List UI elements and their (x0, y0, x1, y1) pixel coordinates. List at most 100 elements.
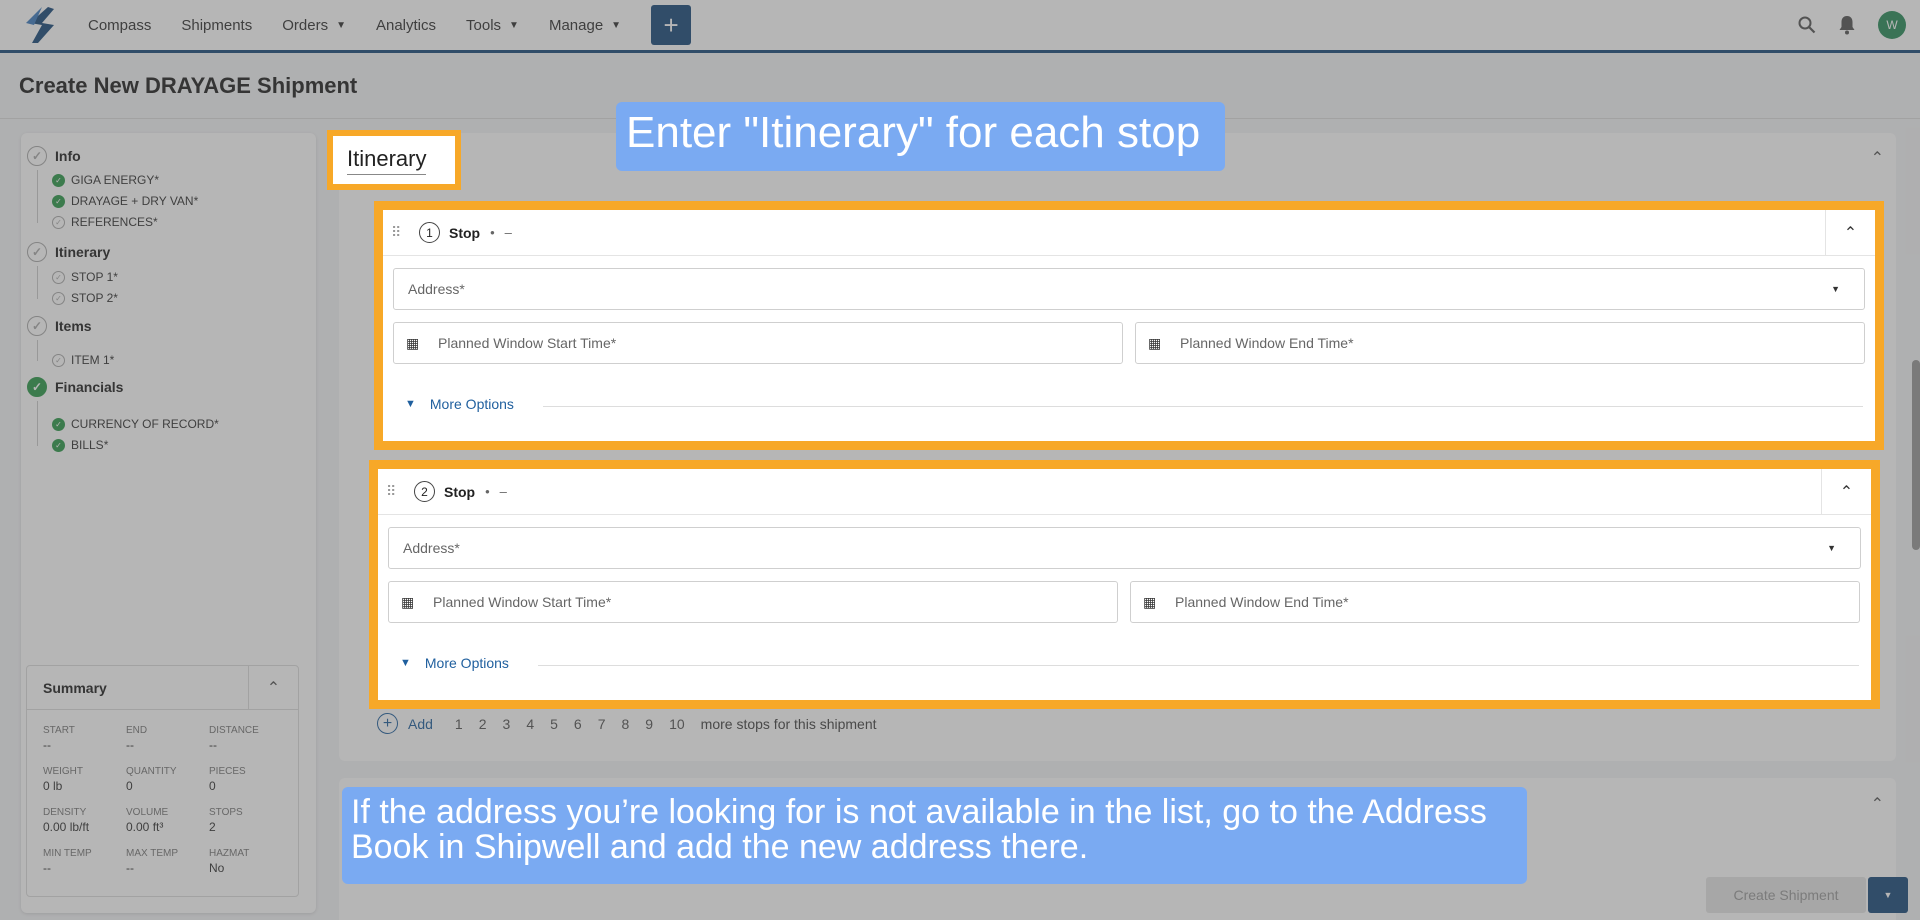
add-stops-count-7[interactable]: 7 (598, 716, 606, 732)
nav-item-label: Analytics (375, 16, 437, 34)
check-circle-filled-icon: ✓ (52, 173, 65, 187)
nav-item-label: Orders (282, 16, 329, 34)
add-stops-count-8[interactable]: 8 (622, 716, 630, 732)
add-stops-count-2[interactable]: 2 (479, 716, 487, 732)
calendar-icon: ▦ (406, 334, 420, 351)
add-stops-count-1[interactable]: 1 (455, 716, 463, 732)
address-dropdown[interactable]: Address* ▼ (388, 527, 1861, 569)
stop-title: Stop (449, 224, 481, 241)
sidebar-section-items[interactable]: ✓ Items (27, 316, 92, 336)
search-icon[interactable] (1798, 16, 1816, 34)
sidebar-subitem[interactable]: ✓ CURRENCY OF RECORD* (52, 417, 219, 431)
drag-handle-icon[interactable]: ⠿ (391, 224, 407, 241)
summary-field-value: -- (126, 738, 134, 752)
sidebar-subitem[interactable]: ✓ STOP 1* (52, 270, 118, 284)
user-avatar[interactable]: W (1878, 11, 1906, 39)
nav-item-tools[interactable]: Tools ▼ (466, 17, 519, 34)
summary-field-min-temp: MIN TEMP -- (43, 848, 123, 875)
nav-item-analytics[interactable]: Analytics (376, 17, 436, 34)
add-stops-count-5[interactable]: 5 (550, 716, 558, 732)
check-circle-outline-icon: ✓ (27, 146, 47, 166)
add-stops-label[interactable]: Add (408, 716, 433, 732)
summary-field-volume: VOLUME 0.00 ft³ (126, 807, 206, 834)
sidebar-subitem[interactable]: ✓ STOP 2* (52, 291, 118, 305)
planned-window-start-input[interactable]: ▦ Planned Window Start Time* (388, 581, 1118, 623)
sidebar-section-info[interactable]: ✓ Info (27, 146, 81, 166)
add-stops-count-9[interactable]: 9 (645, 716, 653, 732)
bell-icon[interactable] (1838, 15, 1856, 35)
add-stops-count-4[interactable]: 4 (526, 716, 534, 732)
summary-field-label: HAZMAT (209, 848, 250, 859)
planned-window-end-input[interactable]: ▦ Planned Window End Time* (1135, 322, 1865, 364)
sidebar-subitem[interactable]: ✓ REFERENCES* (52, 215, 158, 229)
callout-address-book: If the address you’re looking for is not… (342, 787, 1527, 884)
sidebar-section-financials[interactable]: ✓ Financials (27, 377, 123, 397)
sidebar-subitem-label: STOP 2* (71, 291, 118, 305)
create-options-dropdown[interactable]: ▼ (1868, 877, 1908, 913)
shipwell-logo[interactable] (18, 3, 62, 47)
sidebar-subitem[interactable]: ✓ BILLS* (52, 438, 108, 452)
stop-number-badge: 2 (414, 481, 435, 502)
planned-window-end-input[interactable]: ▦ Planned Window End Time* (1130, 581, 1860, 623)
check-circle-outline-icon: ✓ (52, 291, 65, 305)
sidebar-subitem-label: CURRENCY OF RECORD* (71, 417, 219, 431)
check-circle-outline-icon: ✓ (52, 353, 65, 367)
stop-collapse-button[interactable]: ⌃ (1825, 210, 1875, 256)
more-options-divider (543, 406, 1863, 407)
caret-down-icon: ▼ (1827, 543, 1836, 553)
sidebar-subitem[interactable]: ✓ GIGA ENERGY* (52, 173, 159, 187)
sidebar-subitem[interactable]: ✓ DRAYAGE + DRY VAN* (52, 194, 198, 208)
check-circle-outline-icon: ✓ (52, 215, 65, 229)
add-circle-icon[interactable]: + (377, 713, 398, 734)
summary-field-value: 0 lb (43, 779, 63, 793)
nav-item-label: Shipments (181, 16, 253, 34)
check-circle-outline-icon: ✓ (27, 316, 47, 336)
more-options-toggle[interactable]: ▼ More Options (400, 655, 509, 671)
stop-detail: – (499, 484, 507, 499)
calendar-icon: ▦ (1143, 593, 1157, 610)
caret-down-icon: ▼ (1883, 890, 1893, 900)
top-nav: Compass Shipments Orders ▼ Analytics Tools ▼ Ma… (0, 0, 1920, 53)
items-collapse-button[interactable]: ⌃ (1871, 794, 1884, 814)
page-scrollbar[interactable] (1912, 360, 1920, 550)
tree-connector (37, 401, 38, 446)
stop-collapse-button[interactable]: ⌃ (1821, 469, 1871, 515)
summary-field-value: No (209, 861, 225, 875)
nav-item-compass[interactable]: Compass (88, 17, 151, 34)
chevron-up-icon: ⌃ (266, 680, 281, 697)
chevron-up-icon: ⌃ (1843, 225, 1858, 242)
sidebar-subitem-label: BILLS* (71, 438, 109, 452)
planned-window-start-placeholder: Planned Window Start Time* (433, 594, 612, 610)
summary-field-value: -- (209, 738, 217, 752)
summary-panel: Summary ⌃ START -- END -- DISTANCE -- WEIGHT 0 … (26, 665, 299, 897)
caret-down-icon: ▼ (611, 19, 622, 31)
add-stops-count-6[interactable]: 6 (574, 716, 582, 732)
stop-card-2: ⠿ 2 Stop •– ⌃ Address* ▼ ▦ Planned Window Start … (369, 460, 1880, 709)
summary-field-value: -- (43, 861, 51, 875)
stop-detail: – (504, 225, 512, 240)
create-plus-button[interactable]: + (651, 5, 692, 45)
stop-number-badge: 1 (419, 222, 440, 243)
more-options-toggle[interactable]: ▼ More Options (405, 396, 514, 412)
nav-item-manage[interactable]: Manage ▼ (549, 17, 621, 34)
page-title: Create New DRAYAGE Shipment (19, 73, 358, 98)
nav-item-shipments[interactable]: Shipments (181, 17, 252, 34)
sidebar-subitem-label: STOP 1* (71, 270, 118, 284)
itinerary-collapse-button[interactable]: ⌃ (1871, 148, 1884, 168)
add-stops-count-10[interactable]: 10 (669, 716, 685, 732)
summary-field-density: DENSITY 0.00 lb/ft (43, 807, 123, 834)
summary-collapse-button[interactable]: ⌃ (248, 666, 298, 710)
nav-item-orders[interactable]: Orders ▼ (282, 17, 346, 34)
planned-window-start-input[interactable]: ▦ Planned Window Start Time* (393, 322, 1123, 364)
caret-down-icon: ▼ (336, 19, 346, 31)
summary-field-stops: STOPS 2 (209, 807, 289, 834)
check-circle-filled-icon: ✓ (52, 417, 65, 431)
summary-field-pieces: PIECES 0 (209, 766, 289, 793)
add-stops-count-3[interactable]: 3 (503, 716, 511, 732)
address-dropdown[interactable]: Address* ▼ (393, 268, 1865, 310)
sidebar-subitem[interactable]: ✓ ITEM 1* (52, 353, 114, 367)
planned-window-end-placeholder: Planned Window End Time* (1180, 335, 1354, 351)
sidebar-section-itinerary[interactable]: ✓ Itinerary (27, 242, 110, 262)
create-shipment-button[interactable]: Create Shipment (1706, 877, 1866, 913)
drag-handle-icon[interactable]: ⠿ (386, 483, 402, 500)
